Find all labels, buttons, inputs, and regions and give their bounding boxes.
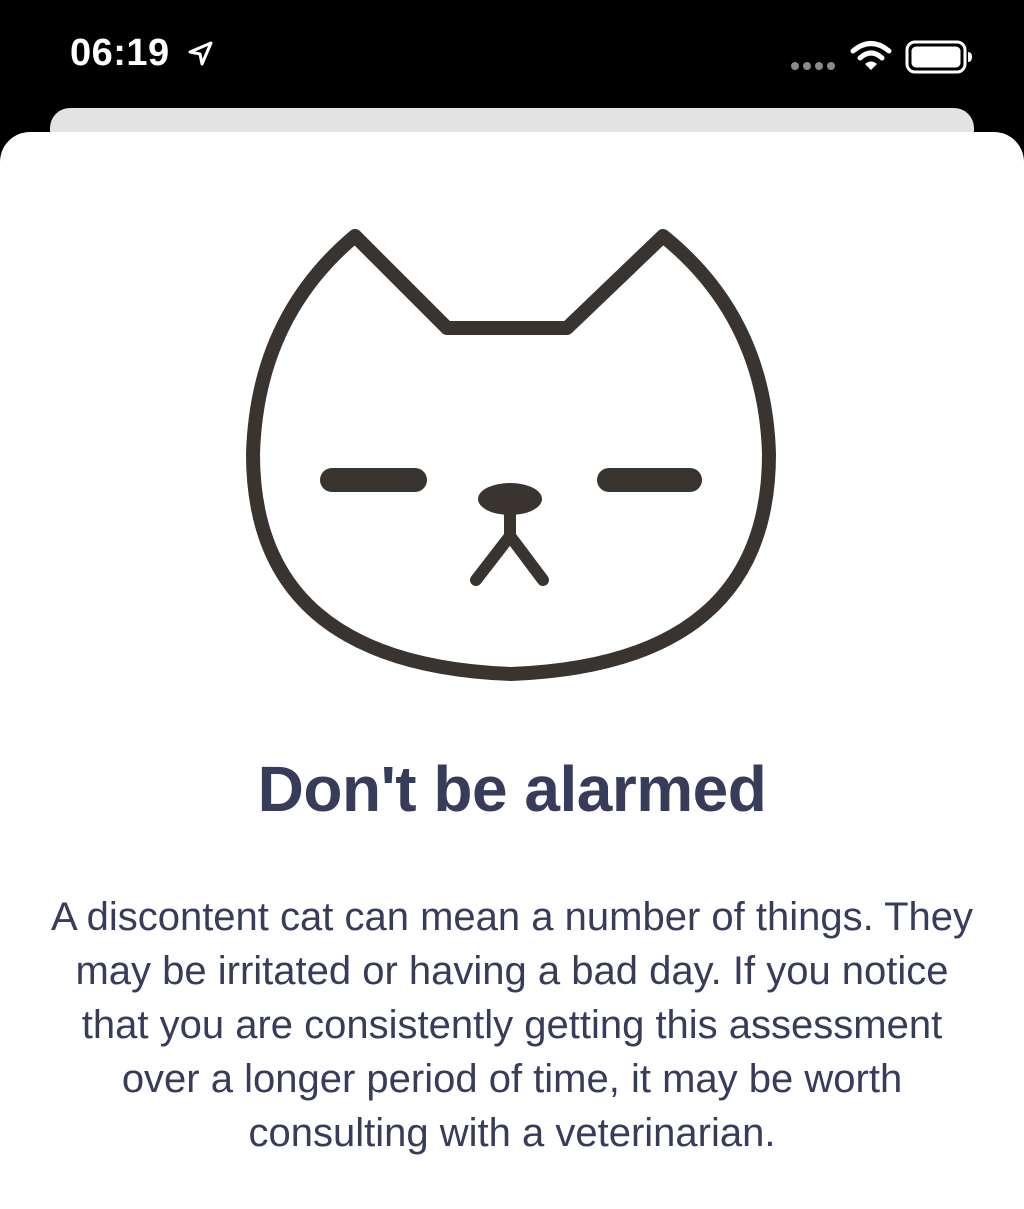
wifi-icon — [850, 41, 892, 70]
status-time: 06:19 — [70, 32, 170, 74]
app-screen: 06:19 Don't be alarmed A discontent cat … — [0, 0, 1024, 1209]
cellular-signal-icon — [791, 62, 835, 70]
assessment-description: A discontent cat can mean a number of th… — [50, 895, 974, 1155]
location-arrow-icon — [188, 41, 213, 66]
discontent-cat-face-icon — [246, 229, 776, 681]
battery-icon — [905, 40, 972, 74]
page-title: Don't be alarmed — [257, 753, 767, 825]
status-bar: 06:19 — [0, 0, 1024, 110]
